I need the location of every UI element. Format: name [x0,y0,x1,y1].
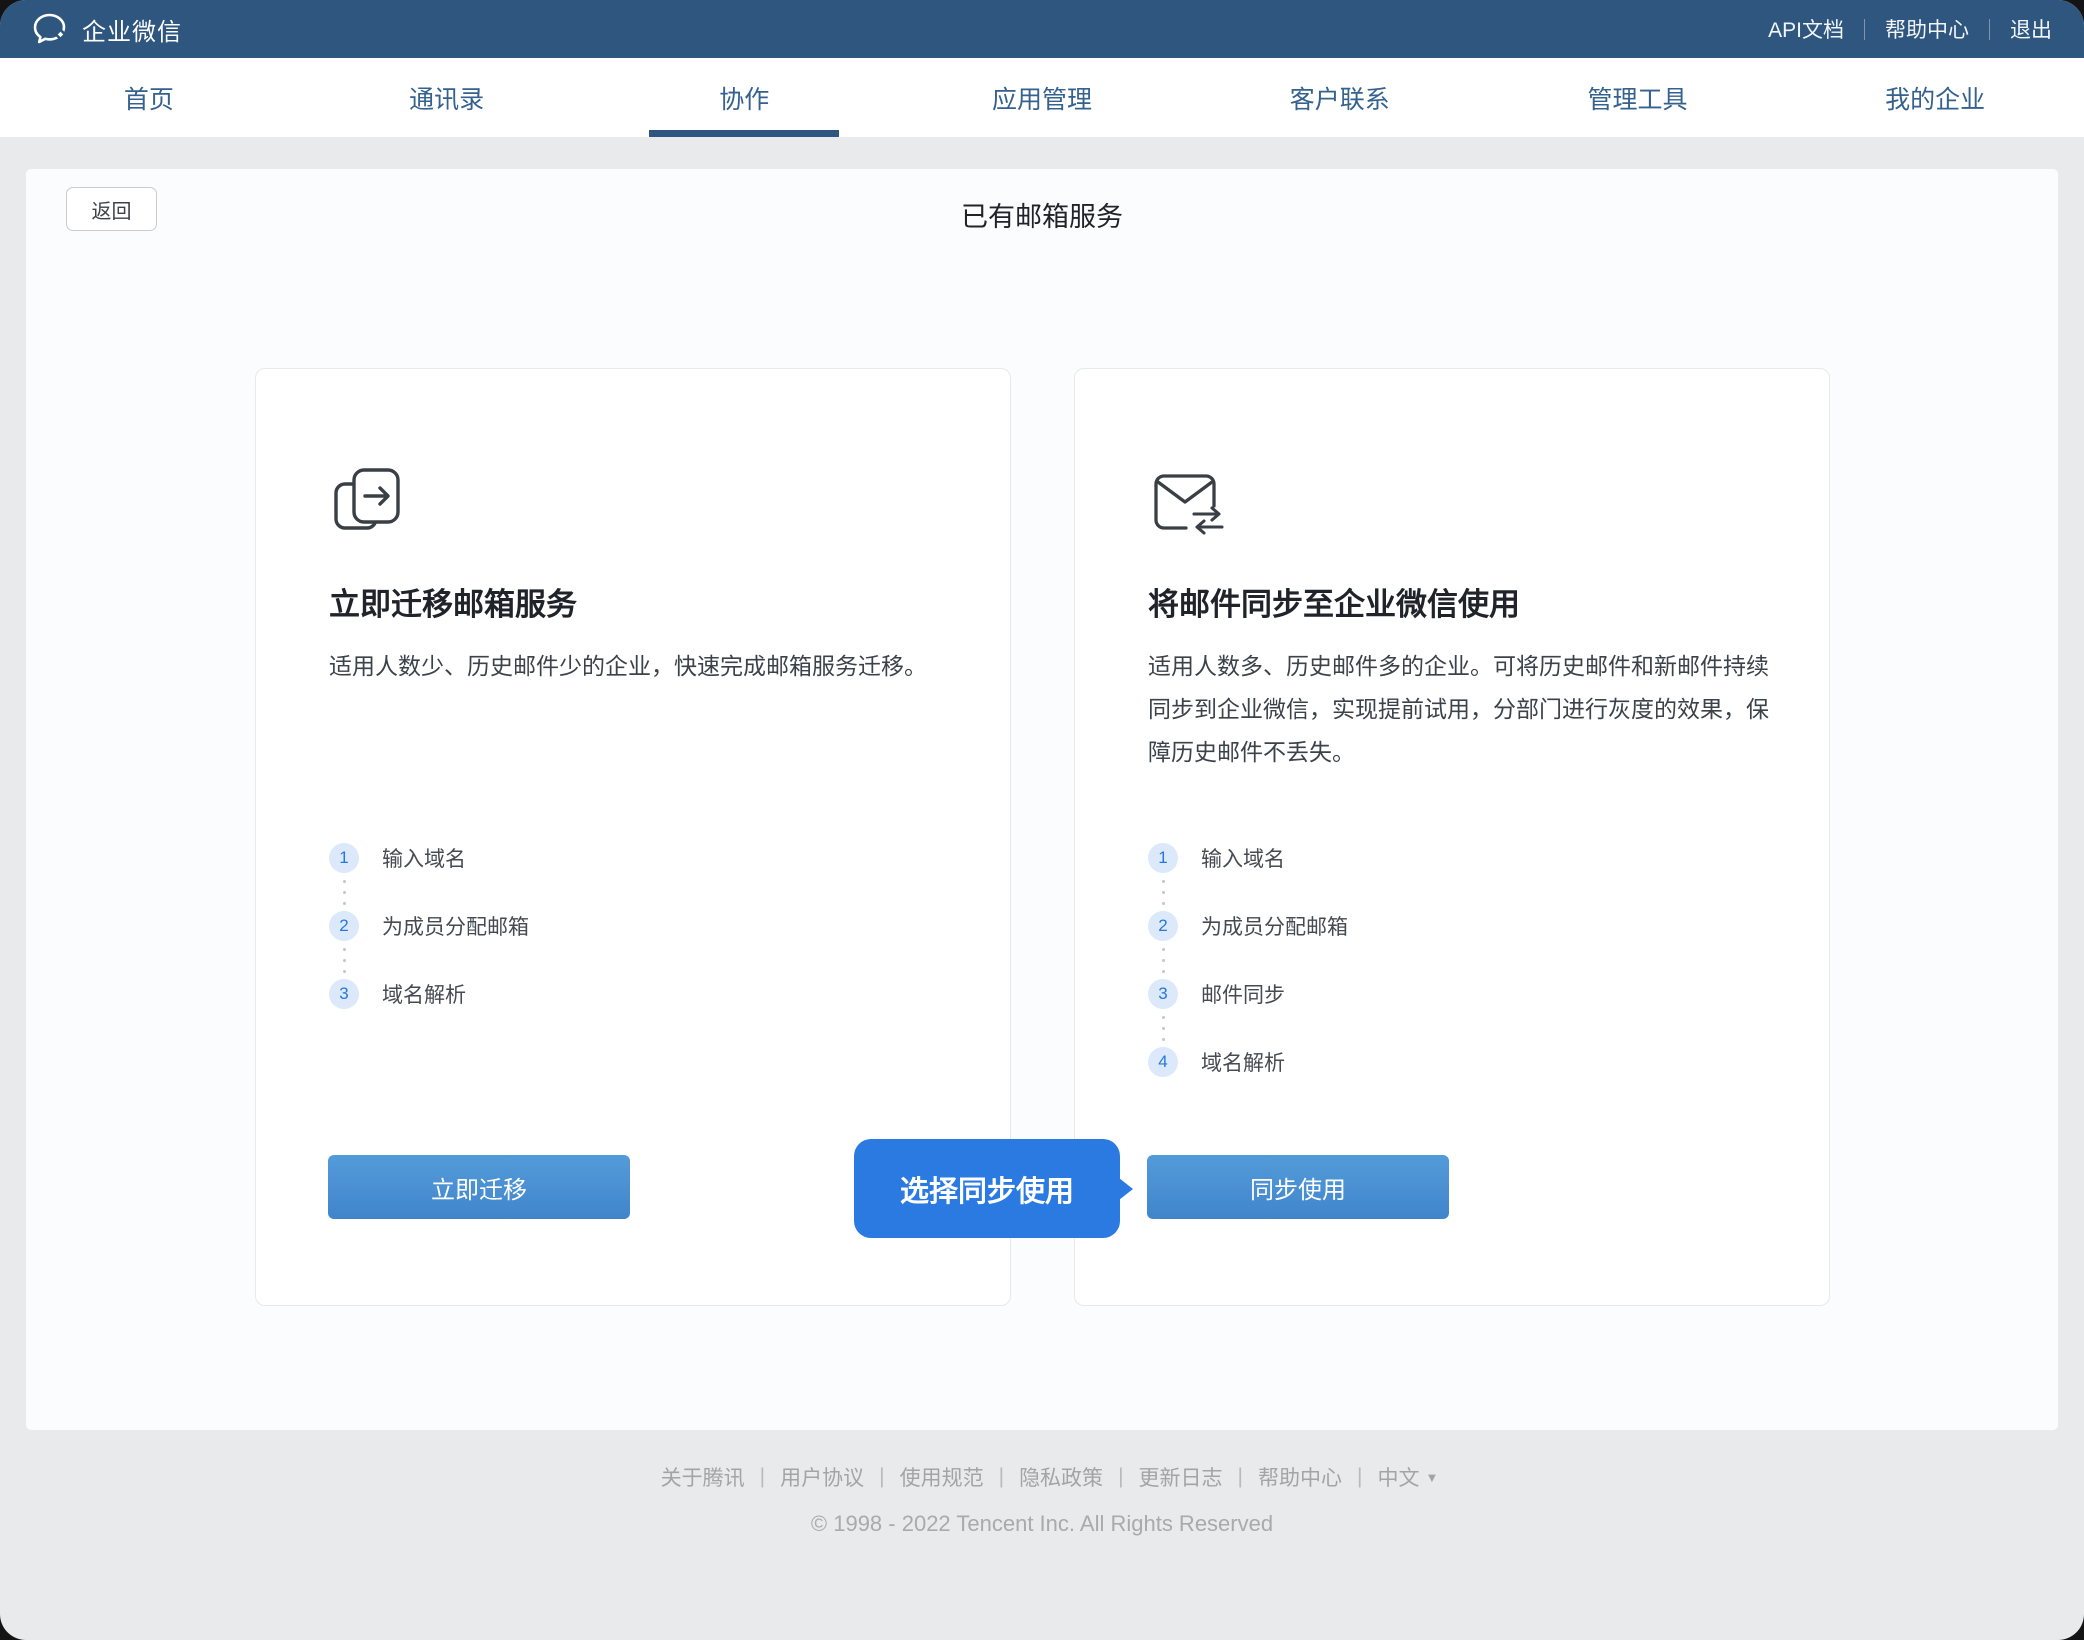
card-title: 将邮件同步至企业微信使用 [1148,579,1520,624]
migrate-now-button[interactable]: 立即迁移 [328,1155,630,1219]
copyright-text: © 1998 - 2022 Tencent Inc. All Rights Re… [0,1511,2084,1537]
main-nav: 首页 通讯录 协作 应用管理 客户联系 管理工具 我的企业 [0,58,2084,137]
step-item: 3 域名解析 [329,979,529,1009]
language-selector[interactable]: 中文 [1362,1462,1425,1492]
migrate-mailbox-icon [329,461,413,545]
step-number-badge: 3 [329,979,359,1009]
step-label: 为成员分配邮箱 [1201,911,1348,941]
header-separator [1989,19,1990,40]
tab-app-management[interactable]: 应用管理 [893,58,1191,137]
step-connector-dots [329,941,359,979]
step-label: 邮件同步 [1201,979,1285,1009]
step-connector-dots [1148,873,1178,911]
tab-management-tools[interactable]: 管理工具 [1489,58,1787,137]
brand-name: 企业微信 [82,12,182,47]
sync-use-button[interactable]: 同步使用 [1147,1155,1449,1219]
step-label: 输入域名 [1201,843,1285,873]
api-docs-link[interactable]: API文档 [1768,14,1844,44]
step-item: 1 输入域名 [1148,843,1348,873]
step-number-badge: 1 [329,843,359,873]
step-item: 4 域名解析 [1148,1047,1348,1077]
footer-link-user-agreement[interactable]: 用户协议 [765,1462,879,1492]
step-label: 为成员分配邮箱 [382,911,529,941]
chevron-down-icon[interactable]: ▼ [1425,1470,1438,1485]
card-sync-mail: 将邮件同步至企业微信使用 适用人数多、历史邮件多的企业。可将历史邮件和新邮件持续… [1074,368,1830,1306]
header-links: API文档 帮助中心 退出 [1768,14,2052,44]
step-label: 域名解析 [382,979,466,1009]
brand: 企业微信 [32,12,182,47]
footer-link-privacy-policy[interactable]: 隐私政策 [1004,1462,1118,1492]
tab-customer-contact[interactable]: 客户联系 [1191,58,1489,137]
step-label: 域名解析 [1201,1047,1285,1077]
step-connector-dots [1148,1009,1178,1047]
card-description: 适用人数多、历史邮件多的企业。可将历史邮件和新邮件持续同步到企业微信，实现提前试… [1148,645,1770,774]
step-number-badge: 1 [1148,843,1178,873]
step-number-badge: 2 [1148,911,1178,941]
step-number-badge: 3 [1148,979,1178,1009]
step-item: 1 输入域名 [329,843,529,873]
tab-contacts[interactable]: 通讯录 [298,58,596,137]
step-label: 输入域名 [382,843,466,873]
step-number-badge: 2 [329,911,359,941]
app-window: 企业微信 API文档 帮助中心 退出 首页 通讯录 协作 应用管理 客户联系 管… [0,0,2084,1640]
logout-link[interactable]: 退出 [2010,14,2052,44]
content-panel: 返回 已有邮箱服务 立即迁移邮箱服务 适用人数少、历史邮件少的企业，快速完成邮箱… [26,169,2058,1430]
step-item: 3 邮件同步 [1148,979,1348,1009]
help-center-link[interactable]: 帮助中心 [1885,14,1969,44]
footer-link-changelog[interactable]: 更新日志 [1124,1462,1238,1492]
card-description: 适用人数少、历史邮件少的企业，快速完成邮箱服务迁移。 [329,645,951,688]
step-item: 2 为成员分配邮箱 [329,911,529,941]
choose-sync-tooltip: 选择同步使用 [854,1139,1120,1238]
footer-links: 关于腾讯 | 用户协议 | 使用规范 | 隐私政策 | 更新日志 | 帮助中心 … [0,1462,2084,1492]
tab-home[interactable]: 首页 [0,58,298,137]
step-number-badge: 4 [1148,1047,1178,1077]
header-separator [1864,19,1865,40]
step-connector-dots [1148,941,1178,979]
wecom-logo-icon [32,12,69,46]
tooltip-arrow-icon [1119,1178,1133,1200]
tab-collaboration[interactable]: 协作 [595,58,893,137]
sync-steps: 1 输入域名 2 为成员分配邮箱 3 邮件同步 4 域名解析 [1148,843,1348,1077]
migrate-steps: 1 输入域名 2 为成员分配邮箱 3 域名解析 [329,843,529,1009]
tooltip-label: 选择同步使用 [900,1168,1074,1210]
page-footer: 关于腾讯 | 用户协议 | 使用规范 | 隐私政策 | 更新日志 | 帮助中心 … [0,1462,2084,1537]
step-connector-dots [329,873,359,911]
footer-link-about-tencent[interactable]: 关于腾讯 [646,1462,760,1492]
page-title: 已有邮箱服务 [26,195,2058,234]
footer-link-usage-rules[interactable]: 使用规范 [885,1462,999,1492]
step-item: 2 为成员分配邮箱 [1148,911,1348,941]
sync-mail-icon [1148,461,1232,545]
top-header-bar: 企业微信 API文档 帮助中心 退出 [0,0,2084,58]
card-title: 立即迁移邮箱服务 [329,579,577,624]
tab-my-company[interactable]: 我的企业 [1786,58,2084,137]
footer-link-help-center[interactable]: 帮助中心 [1243,1462,1357,1492]
